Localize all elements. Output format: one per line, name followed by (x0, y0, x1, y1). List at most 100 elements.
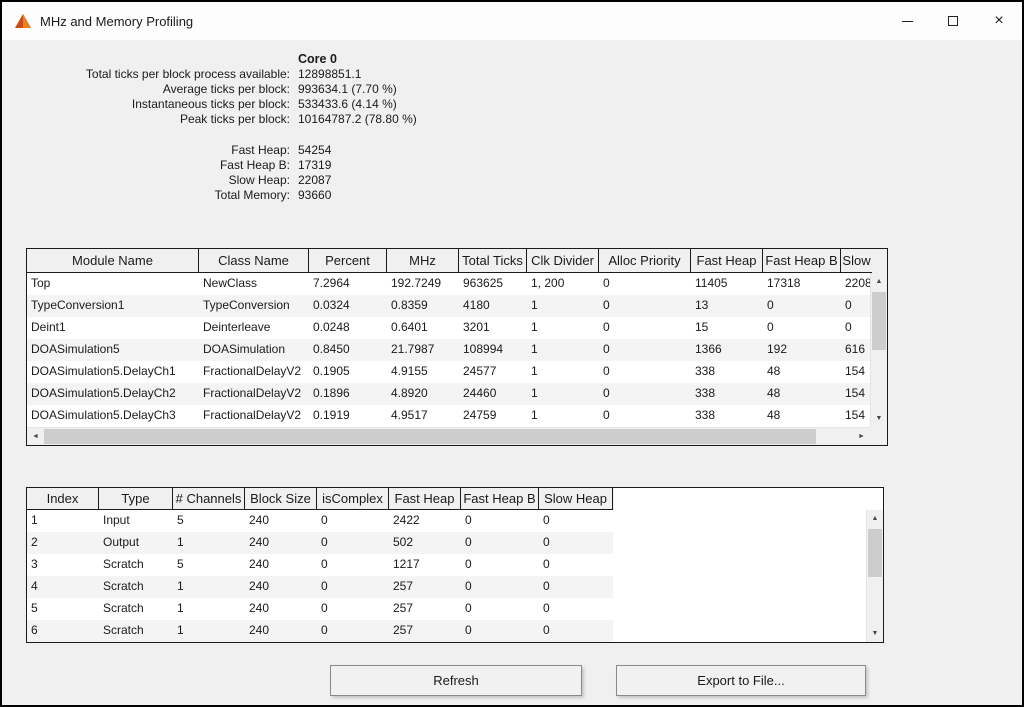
memory-label: Fast Heap B: (26, 158, 290, 173)
table-row[interactable]: 3Scratch52400121700 (27, 554, 613, 576)
table-row[interactable]: 5Scratch1240025700 (27, 598, 613, 620)
scrollbar-track[interactable] (867, 527, 883, 625)
table-cell: 240 (245, 510, 317, 532)
column-header-total-ticks: Total Ticks (459, 249, 527, 273)
table-cell: 240 (245, 620, 317, 642)
scrollbar-thumb[interactable] (868, 529, 882, 577)
buffer-table-header: IndexType# ChannelsBlock SizeisComplexFa… (27, 488, 614, 510)
column-header-type: Type (99, 488, 173, 510)
table-cell: 338 (691, 405, 763, 427)
table-cell: DOASimulation5.DelayCh2 (27, 383, 199, 405)
table-cell: 0 (317, 576, 389, 598)
memory-label: Slow Heap: (26, 173, 290, 188)
column-header-index: Index (27, 488, 99, 510)
table-cell: 0 (317, 510, 389, 532)
stat-row: Instantaneous ticks per block:533433.6 (… (26, 97, 417, 112)
table-row[interactable]: TopNewClass7.2964192.72499636251, 200011… (27, 273, 872, 295)
vertical-scrollbar[interactable]: ▲ ▼ (870, 273, 887, 427)
table-row[interactable]: TypeConversion1TypeConversion0.03240.835… (27, 295, 872, 317)
vertical-scrollbar[interactable]: ▲ ▼ (866, 510, 883, 642)
stat-value: 993634.1 (7.70 %) (298, 82, 397, 97)
table-cell: 0 (599, 295, 691, 317)
column-header-fast-heap-b: Fast Heap B (461, 488, 539, 510)
column-header-fast-heap: Fast Heap (389, 488, 461, 510)
table-cell: 0 (841, 317, 872, 339)
table-cell: 17318 (763, 273, 841, 295)
refresh-button[interactable]: Refresh (330, 665, 582, 696)
title-bar[interactable]: MHz and Memory Profiling × (2, 2, 1022, 40)
scrollbar-track[interactable] (44, 428, 853, 445)
table-cell: 48 (763, 405, 841, 427)
table-cell: 0 (317, 532, 389, 554)
table-cell: 0 (539, 576, 613, 598)
column-header-iscomplex: isComplex (317, 488, 389, 510)
table-cell: 240 (245, 532, 317, 554)
table-cell: 0 (461, 532, 539, 554)
table-cell: 502 (389, 532, 461, 554)
table-cell: 0 (461, 598, 539, 620)
table-cell: Output (99, 532, 173, 554)
close-icon: × (994, 13, 1003, 29)
table-cell: 2 (27, 532, 99, 554)
stat-row: Peak ticks per block:10164787.2 (78.80 %… (26, 112, 417, 127)
table-row[interactable]: 1Input52400242200 (27, 510, 613, 532)
table-cell: 11405 (691, 273, 763, 295)
minimize-button[interactable] (884, 2, 930, 40)
horizontal-scrollbar[interactable]: ◄ ► (27, 427, 870, 445)
stat-value: 533433.6 (4.14 %) (298, 97, 397, 112)
memory-label: Fast Heap: (26, 143, 290, 158)
column-header-slow: Slow (841, 249, 872, 273)
scroll-right-button[interactable]: ► (853, 428, 870, 445)
table-cell: 1 (527, 361, 599, 383)
table-row[interactable]: DOASimulation5.DelayCh1FractionalDelayV2… (27, 361, 872, 383)
scrollbar-track[interactable] (871, 290, 887, 410)
table-cell: 5 (173, 554, 245, 576)
table-cell: 0.8359 (387, 295, 459, 317)
table-cell: 13 (691, 295, 763, 317)
table-cell: 338 (691, 361, 763, 383)
table-cell: 0 (763, 295, 841, 317)
memory-row: Fast Heap:54254 (26, 143, 417, 158)
maximize-button[interactable] (930, 2, 976, 40)
table-cell: 15 (691, 317, 763, 339)
table-cell: FractionalDelayV2 (199, 405, 309, 427)
memory-row: Fast Heap B:17319 (26, 158, 417, 173)
table-cell: 1 (173, 532, 245, 554)
table-cell: Input (99, 510, 173, 532)
scrollbar-thumb[interactable] (44, 429, 816, 444)
scroll-down-button[interactable]: ▼ (871, 410, 887, 427)
table-cell: DOASimulation5 (27, 339, 199, 361)
scroll-up-button[interactable]: ▲ (871, 273, 887, 290)
table-cell: 240 (245, 598, 317, 620)
scroll-down-button[interactable]: ▼ (867, 625, 883, 642)
export-to-file-button[interactable]: Export to File... (616, 665, 866, 696)
scroll-left-button[interactable]: ◄ (27, 428, 44, 445)
table-cell: 5 (173, 510, 245, 532)
table-cell: 0 (599, 273, 691, 295)
core-stats-section: Core 0 Total ticks per block process ava… (26, 52, 417, 203)
table-cell: DOASimulation5.DelayCh3 (27, 405, 199, 427)
table-cell: 108994 (459, 339, 527, 361)
table-row[interactable]: Deint1Deinterleave0.02480.64013201101500 (27, 317, 872, 339)
table-row[interactable]: 4Scratch1240025700 (27, 576, 613, 598)
column-header-fast-heap-b: Fast Heap B (763, 249, 841, 273)
table-cell: DOASimulation5.DelayCh1 (27, 361, 199, 383)
close-button[interactable]: × (976, 2, 1022, 40)
scrollbar-thumb[interactable] (872, 292, 886, 350)
window-title: MHz and Memory Profiling (40, 14, 193, 29)
stat-label: Total ticks per block process available: (26, 67, 290, 82)
window-controls: × (884, 2, 1022, 40)
table-row[interactable]: DOASimulation5.DelayCh3FractionalDelayV2… (27, 405, 872, 427)
table-cell: 0 (841, 295, 872, 317)
memory-value: 22087 (298, 173, 331, 188)
column-header-clk-divider: Clk Divider (527, 249, 599, 273)
table-row[interactable]: DOASimulation5DOASimulation0.845021.7987… (27, 339, 872, 361)
table-cell: 0.8450 (309, 339, 387, 361)
scroll-up-button[interactable]: ▲ (867, 510, 883, 527)
table-row[interactable]: 6Scratch1240025700 (27, 620, 613, 642)
buffer-table-body: 1Input524002422002Output12400502003Scrat… (27, 510, 883, 642)
table-cell: 4180 (459, 295, 527, 317)
table-row[interactable]: DOASimulation5.DelayCh2FractionalDelayV2… (27, 383, 872, 405)
table-row[interactable]: 2Output1240050200 (27, 532, 613, 554)
table-cell: 192 (763, 339, 841, 361)
